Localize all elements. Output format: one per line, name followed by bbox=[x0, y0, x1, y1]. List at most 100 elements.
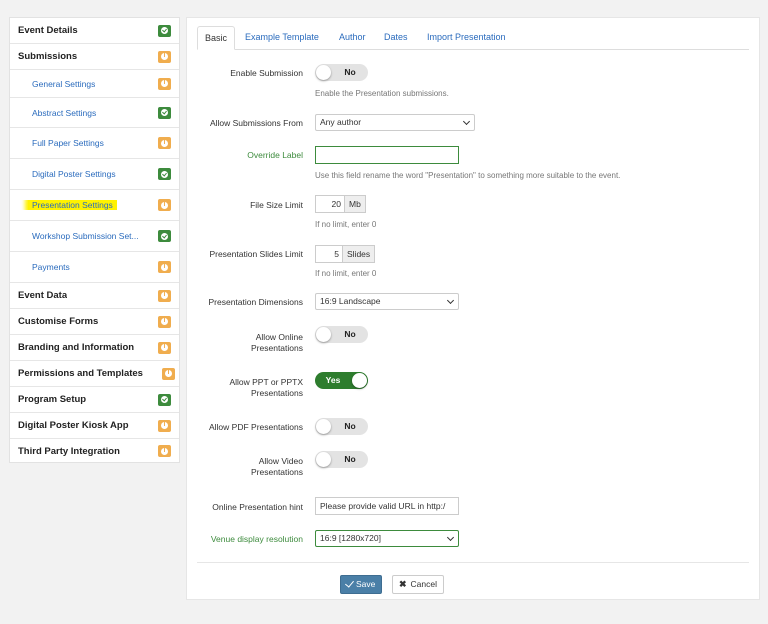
sidebar-item-label: Branding and Information bbox=[18, 342, 135, 353]
sidebar-item-label: Full Paper Settings bbox=[32, 138, 104, 148]
check-status-icon bbox=[158, 393, 171, 406]
sidebar-item-third-party-integration[interactable]: Third Party Integration bbox=[10, 439, 179, 463]
enable-submission-help: Enable the Presentation submissions. bbox=[315, 89, 449, 98]
file-size-limit-group: 20 Mb bbox=[315, 195, 366, 213]
slides-limit-input[interactable]: 5 bbox=[315, 245, 343, 263]
allow-pdf-toggle[interactable]: No bbox=[315, 418, 368, 435]
override-label-input[interactable] bbox=[315, 146, 459, 164]
sidebar-item-event-data[interactable]: Event Data bbox=[10, 283, 179, 309]
info-status-icon bbox=[158, 419, 171, 432]
sidebar-item-label: Customise Forms bbox=[18, 316, 99, 327]
override-label-help: Use this field rename the word "Presenta… bbox=[315, 171, 621, 180]
sidebar-item-full-paper-settings[interactable]: Full Paper Settings bbox=[10, 128, 179, 159]
sidebar-item-label-wrap: Presentation Settings bbox=[10, 200, 117, 210]
check-status-icon bbox=[158, 24, 171, 37]
check-status-icon bbox=[158, 106, 171, 119]
info-status-icon bbox=[158, 315, 171, 328]
slides-limit-help: If no limit, enter 0 bbox=[315, 269, 377, 278]
sidebar-item-program-setup[interactable]: Program Setup bbox=[10, 387, 179, 413]
sidebar-item-label: Permissions and Templates bbox=[18, 368, 143, 379]
sidebar-item-label: Third Party Integration bbox=[18, 445, 120, 457]
tab-bar: Basic Example Template Author Dates Impo… bbox=[197, 26, 749, 50]
sidebar-item-label: Abstract Settings bbox=[32, 107, 97, 118]
tab-author[interactable]: Author bbox=[339, 26, 366, 50]
allow-ppt-label: Allow PPT or PPTX Presentations bbox=[187, 377, 303, 399]
info-status-icon bbox=[158, 261, 171, 273]
cancel-button[interactable]: ✖ Cancel bbox=[392, 575, 445, 594]
allow-ppt-label-text: Allow PPT or PPTX Presentations bbox=[229, 377, 303, 398]
tab-import-presentation[interactable]: Import Presentation bbox=[427, 26, 506, 50]
tab-example-template[interactable]: Example Template bbox=[245, 26, 319, 50]
sidebar-item-payments[interactable]: Payments bbox=[10, 252, 179, 283]
allow-video-label-text: Allow Video Presentations bbox=[251, 456, 303, 477]
info-status-icon bbox=[158, 137, 171, 149]
toggle-knob bbox=[316, 65, 331, 80]
allow-video-toggle[interactable]: No bbox=[315, 451, 368, 468]
info-status-icon bbox=[158, 445, 171, 457]
highlighted-label: Presentation Settings bbox=[28, 200, 117, 210]
allow-pdf-label: Allow PDF Presentations bbox=[208, 422, 303, 432]
sidebar-item-event-details[interactable]: Event Details bbox=[10, 18, 179, 44]
sidebar-item-branding-and-information[interactable]: Branding and Information bbox=[10, 335, 179, 361]
sidebar-item-general-settings[interactable]: General Settings bbox=[10, 70, 179, 98]
sidebar-item-presentation-settings[interactable]: Presentation Settings bbox=[10, 190, 179, 221]
toggle-knob bbox=[316, 327, 331, 342]
slides-limit-label: Presentation Slides Limit bbox=[209, 249, 303, 259]
slides-unit: Slides bbox=[343, 245, 376, 263]
file-size-limit-help: If no limit, enter 0 bbox=[315, 220, 377, 229]
sidebar-item-label: Workshop Submission Set... bbox=[32, 231, 139, 241]
sidebar-item-digital-poster-kiosk-app[interactable]: Digital Poster Kiosk App bbox=[10, 413, 179, 439]
file-size-unit: Mb bbox=[345, 195, 366, 213]
toggle-knob bbox=[352, 373, 367, 388]
file-size-limit-label: File Size Limit bbox=[250, 200, 303, 210]
slides-limit-group: 5 Slides bbox=[315, 245, 376, 263]
close-icon: ✖ bbox=[399, 579, 407, 589]
sidebar-item-label: Program Setup bbox=[18, 394, 87, 405]
toggle-knob bbox=[316, 419, 331, 434]
sidebar-item-digital-poster-settings[interactable]: Digital Poster Settings bbox=[10, 159, 179, 190]
presentation-dimensions-select[interactable]: 16:9 Landscape bbox=[315, 293, 459, 310]
chevron-down-icon bbox=[462, 117, 471, 126]
tab-basic[interactable]: Basic bbox=[197, 26, 236, 50]
toggle-text: Yes bbox=[325, 375, 341, 385]
chevron-down-icon bbox=[446, 296, 455, 305]
allow-online-toggle[interactable]: No bbox=[315, 326, 368, 343]
sidebar-item-label: Event Details bbox=[18, 25, 78, 36]
info-status-icon bbox=[158, 341, 171, 354]
sidebar-item-submissions[interactable]: Submissions bbox=[10, 44, 179, 70]
sidebar-item-workshop-submission-settings[interactable]: Workshop Submission Set... bbox=[10, 221, 179, 252]
file-size-limit-input[interactable]: 20 bbox=[315, 195, 345, 213]
select-value: 16:9 [1280x720] bbox=[320, 533, 381, 543]
tab-dates[interactable]: Dates bbox=[384, 26, 408, 50]
allow-submissions-from-select[interactable]: Any author bbox=[315, 114, 475, 131]
save-button[interactable]: Save bbox=[340, 575, 383, 594]
cancel-button-label: Cancel bbox=[410, 579, 438, 589]
toggle-text: No bbox=[344, 67, 356, 77]
sidebar-item-label: General Settings bbox=[32, 78, 96, 89]
allow-online-label: Allow Online Presentations bbox=[187, 332, 303, 354]
chevron-down-icon bbox=[446, 533, 455, 542]
info-status-icon bbox=[158, 289, 171, 302]
presentation-settings-panel: Basic Example Template Author Dates Impo… bbox=[186, 17, 760, 600]
online-hint-input[interactable]: Please provide valid URL in http:/ bbox=[315, 497, 459, 515]
form-divider bbox=[197, 562, 749, 563]
sidebar-item-customise-forms[interactable]: Customise Forms bbox=[10, 309, 179, 335]
sidebar-item-permissions-and-templates[interactable]: Permissions and Templates bbox=[10, 361, 179, 387]
sidebar-item-label: Digital Poster Settings bbox=[32, 169, 116, 179]
enable-submission-label: Enable Submission bbox=[230, 68, 303, 78]
allow-ppt-toggle[interactable]: Yes bbox=[315, 372, 368, 389]
save-button-label: Save bbox=[356, 579, 376, 589]
sidebar-item-label: Digital Poster Kiosk App bbox=[18, 420, 129, 431]
venue-resolution-select[interactable]: 16:9 [1280x720] bbox=[315, 530, 459, 547]
check-status-icon bbox=[158, 168, 171, 180]
sidebar-nav: Event Details Submissions General Settin… bbox=[9, 17, 180, 463]
allow-online-label-text: Allow Online Presentations bbox=[251, 332, 303, 353]
sidebar-item-label: Submissions bbox=[18, 51, 78, 62]
toggle-knob bbox=[316, 452, 331, 467]
toggle-text: No bbox=[344, 329, 356, 339]
check-status-icon bbox=[158, 230, 171, 242]
enable-submission-toggle[interactable]: No bbox=[315, 64, 368, 81]
sidebar-item-abstract-settings[interactable]: Abstract Settings bbox=[10, 98, 179, 128]
presentation-dimensions-label: Presentation Dimensions bbox=[208, 297, 304, 307]
toggle-text: No bbox=[344, 454, 356, 464]
